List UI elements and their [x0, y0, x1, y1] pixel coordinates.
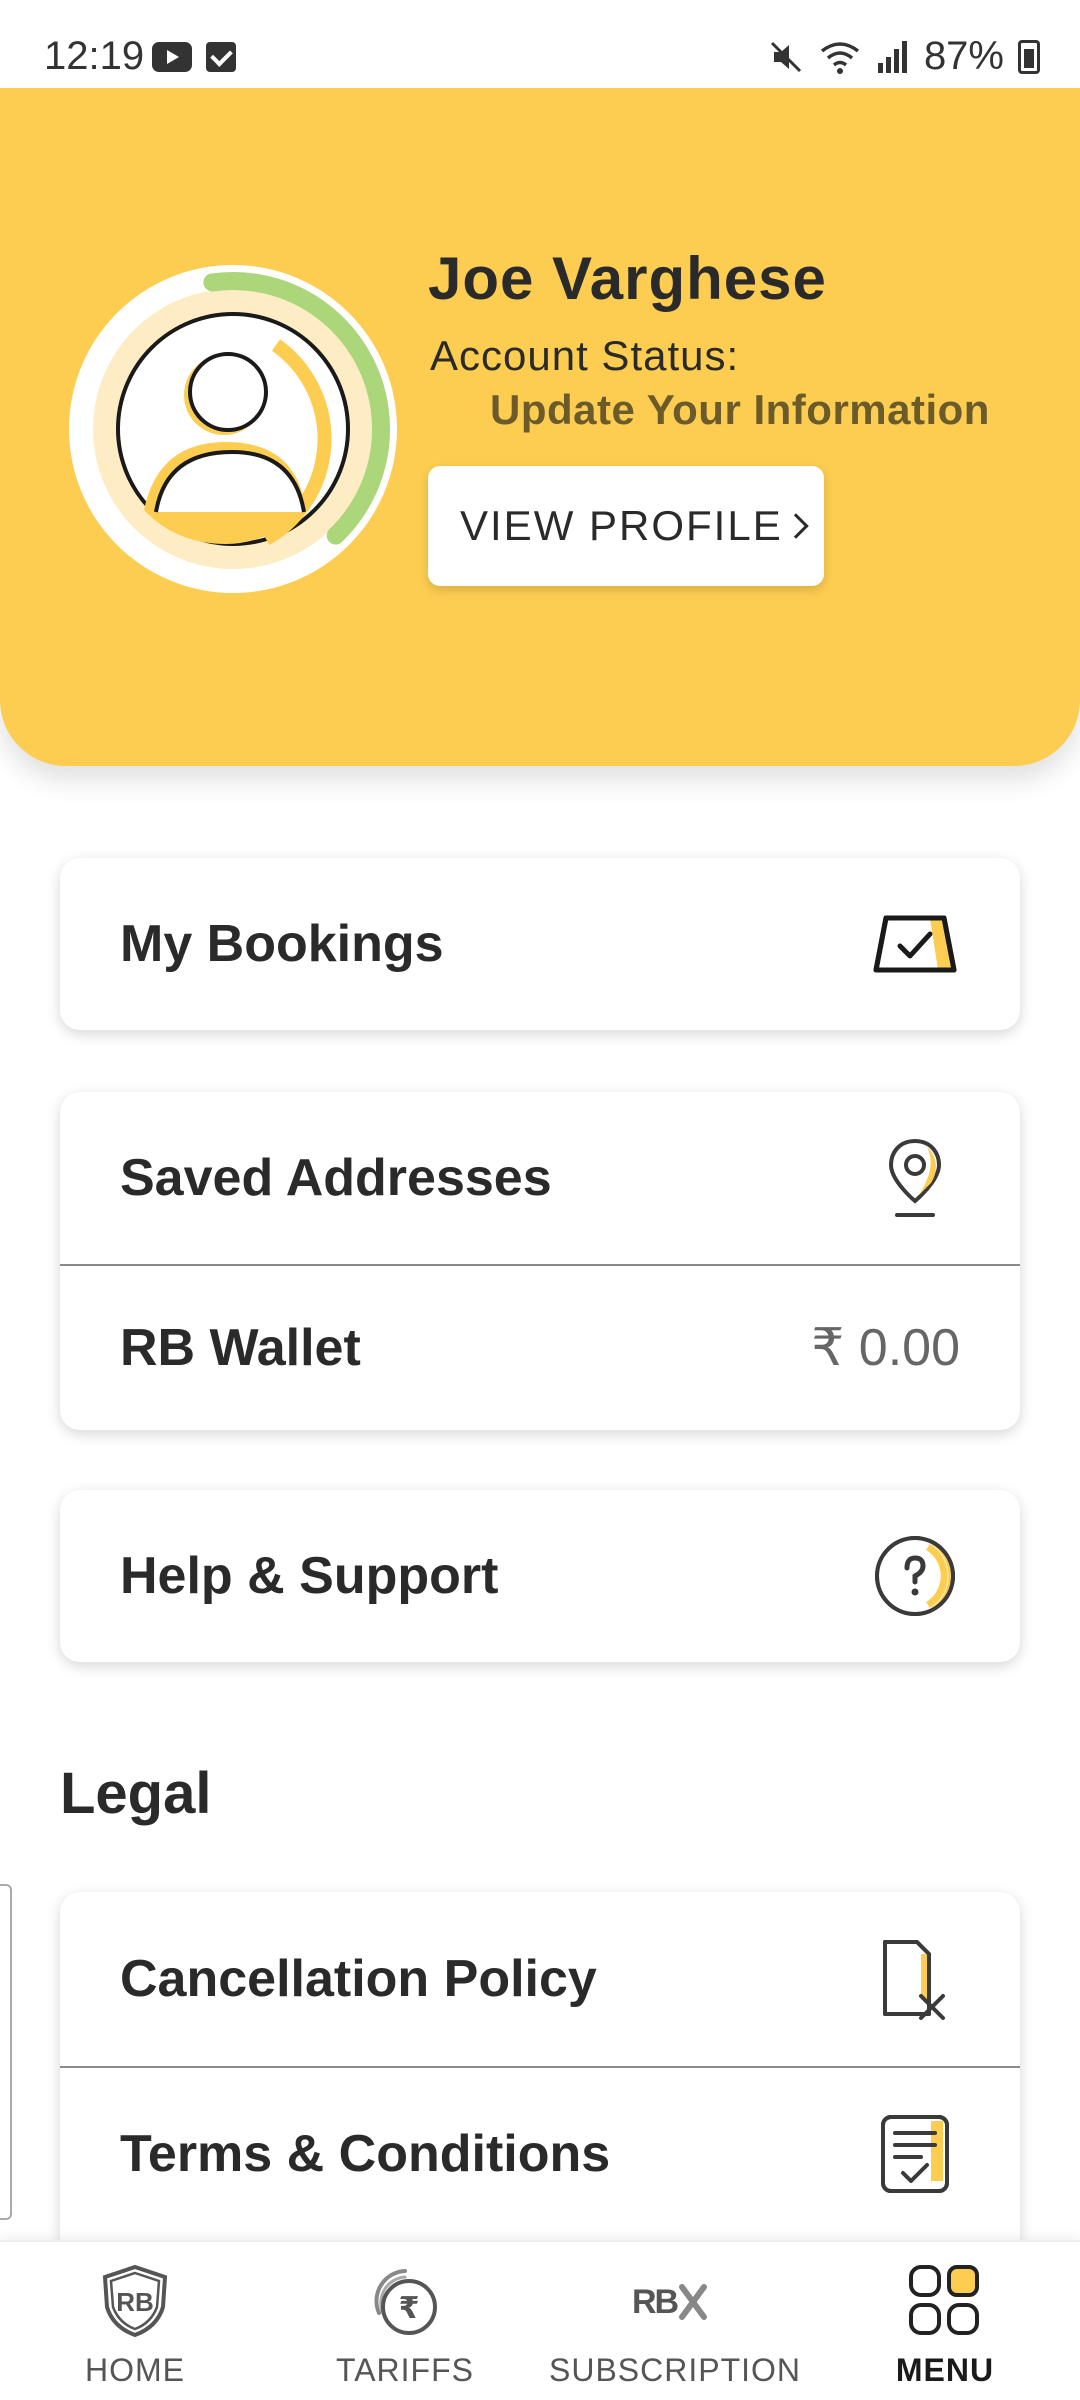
- legal-section-title: Legal: [60, 1761, 212, 1826]
- legal-card: Cancellation Policy Terms & Conditions: [60, 1892, 1020, 2240]
- checkbox-notification-icon: [206, 42, 236, 72]
- addresses-wallet-card: Saved Addresses RB Wallet ₹ 0.00: [60, 1092, 1020, 1430]
- nav-tariffs-label: TARIFFS: [336, 2352, 474, 2388]
- nav-tariffs[interactable]: ₹ TARIFFS: [270, 2242, 540, 2400]
- my-bookings-item[interactable]: My Bookings: [60, 858, 1020, 1030]
- account-status-value[interactable]: Update Your Information: [490, 386, 990, 434]
- account-status-label: Account Status:: [430, 332, 740, 379]
- status-notification-icons: [152, 42, 236, 72]
- view-profile-button[interactable]: VIEW PROFILE: [428, 466, 824, 586]
- side-drawer-handle[interactable]: [0, 1884, 12, 2220]
- avatar-progress-ring: [69, 265, 397, 593]
- svg-text:₹: ₹: [399, 2291, 420, 2326]
- question-circle-icon: [870, 1531, 960, 1621]
- location-pin-icon: [870, 1133, 960, 1223]
- youtube-icon: [152, 42, 192, 72]
- battery-icon: [1018, 39, 1040, 74]
- grid-icon: [900, 2256, 990, 2346]
- rb-wallet-balance: ₹ 0.00: [811, 1319, 960, 1377]
- document-checklist-icon: [870, 2109, 960, 2199]
- help-support-item[interactable]: Help & Support: [60, 1490, 1020, 1662]
- rbx-icon: RB: [630, 2256, 720, 2346]
- help-support-card: Help & Support: [60, 1490, 1020, 1662]
- status-system-icons: 87%: [768, 34, 1040, 79]
- help-support-label: Help & Support: [120, 1547, 499, 1605]
- my-bookings-card: My Bookings: [60, 858, 1020, 1030]
- booking-laptop-icon: [870, 899, 960, 989]
- rb-wallet-label: RB Wallet: [120, 1319, 361, 1377]
- rb-shield-icon: RB: [90, 2256, 180, 2346]
- avatar[interactable]: [66, 262, 400, 596]
- nav-subscription[interactable]: RB SUBSCRIPTION: [540, 2242, 810, 2400]
- nav-home-label: HOME: [85, 2352, 185, 2388]
- cancellation-policy-item[interactable]: Cancellation Policy: [60, 1892, 1020, 2066]
- terms-conditions-item[interactable]: Terms & Conditions: [60, 2066, 1020, 2240]
- svg-text:RB: RB: [632, 2283, 679, 2321]
- svg-text:RB: RB: [116, 2287, 154, 2317]
- bottom-navigation: RB HOME ₹ TARIFFS RB SUBSCRIPTION MENU: [0, 2240, 1080, 2400]
- status-time: 12:19: [44, 34, 145, 78]
- saved-addresses-label: Saved Addresses: [120, 1149, 552, 1207]
- rb-wallet-item[interactable]: RB Wallet ₹ 0.00: [60, 1264, 1020, 1430]
- terms-conditions-label: Terms & Conditions: [120, 2125, 611, 2183]
- my-bookings-label: My Bookings: [120, 915, 444, 973]
- document-cancel-icon: [870, 1934, 960, 2024]
- view-profile-label: VIEW PROFILE: [460, 502, 783, 549]
- nav-menu-label: MENU: [895, 2352, 995, 2388]
- status-bar: 12:19 87%: [0, 0, 1080, 88]
- profile-header: Joe Varghese Account Status: Update Your…: [0, 88, 1080, 766]
- chevron-right-icon: [782, 513, 809, 539]
- nav-menu[interactable]: MENU: [810, 2242, 1080, 2400]
- nav-home[interactable]: RB HOME: [0, 2242, 270, 2400]
- rupee-icon: ₹: [360, 2256, 450, 2346]
- battery-percent: 87%: [923, 34, 1004, 78]
- wifi-icon: [820, 41, 860, 74]
- nav-subscription-label: SUBSCRIPTION: [548, 2352, 802, 2388]
- user-name: Joe Varghese: [428, 245, 827, 312]
- cancellation-policy-label: Cancellation Policy: [120, 1950, 597, 2008]
- mute-icon: [770, 41, 801, 72]
- signal-icon: [877, 40, 907, 73]
- saved-addresses-item[interactable]: Saved Addresses: [60, 1092, 1020, 1264]
